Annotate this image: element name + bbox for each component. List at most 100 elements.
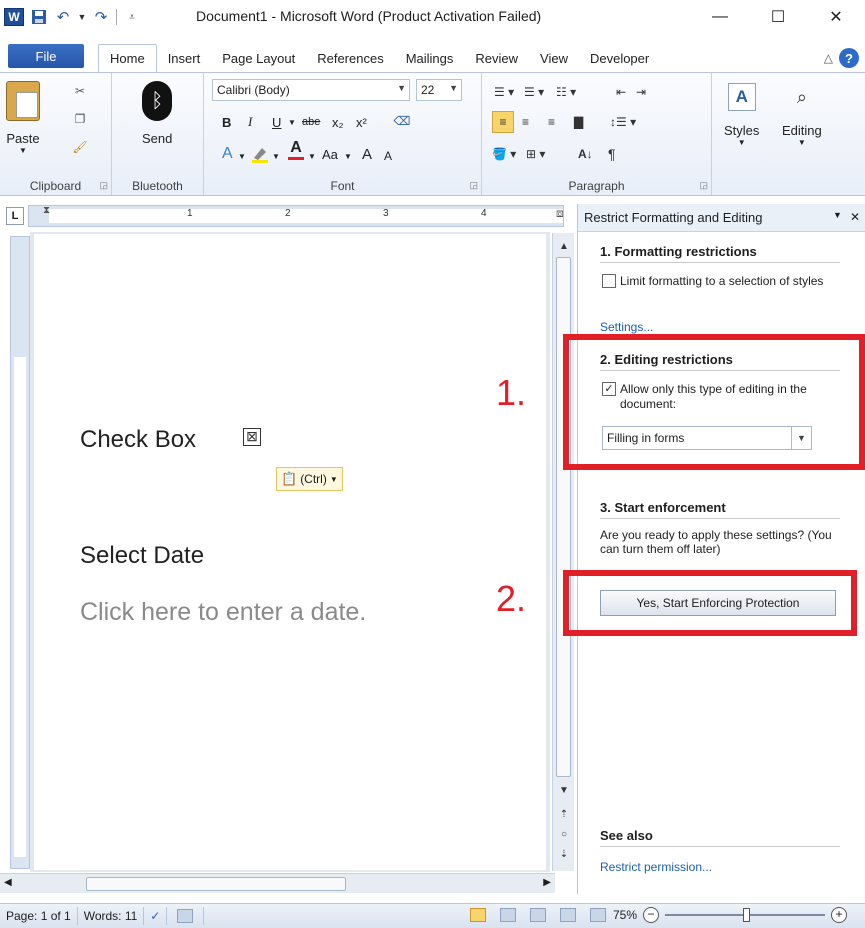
horizontal-ruler[interactable]: 1 2 3 4 ⧗ (28, 205, 564, 227)
limit-formatting-checkbox[interactable] (602, 274, 616, 288)
zoom-in-icon[interactable]: + (831, 907, 848, 923)
pane-options-icon[interactable]: ▼ (833, 210, 842, 224)
align-center-button[interactable]: ≡ (522, 111, 529, 133)
save-icon[interactable] (30, 8, 48, 26)
browse-object-icon[interactable]: ○ (553, 825, 575, 843)
clipboard-launcher-icon[interactable]: ◲ (99, 180, 108, 191)
horizontal-scrollbar-thumb[interactable] (86, 877, 346, 891)
show-hide-button[interactable]: ¶ (608, 143, 616, 165)
underline-dropdown-icon[interactable]: ▼ (288, 111, 296, 133)
settings-link[interactable]: Settings... (600, 320, 653, 334)
tab-view[interactable]: View (529, 44, 579, 72)
outline-icon[interactable] (560, 908, 576, 922)
clear-formatting-icon[interactable]: ⌫ (394, 113, 411, 129)
undo-dropdown-icon[interactable]: ▼ (78, 8, 87, 26)
italic-button[interactable]: I (248, 111, 252, 133)
maximize-button[interactable]: ☐ (749, 0, 807, 34)
line-spacing-button[interactable]: ↕☰ ▾ (610, 111, 636, 133)
minimize-button[interactable]: — (691, 0, 749, 34)
print-layout-icon[interactable] (470, 908, 486, 922)
sort-button[interactable]: A↓ (578, 143, 593, 165)
proofing-icon[interactable]: ✓ (144, 907, 168, 925)
font-color-button[interactable]: A (288, 139, 304, 161)
word-logo-icon[interactable]: W (4, 8, 24, 26)
borders-button[interactable]: ⊞ ▾ (526, 143, 545, 165)
tab-file[interactable]: File (8, 44, 84, 68)
decrease-indent-button[interactable]: ⇤ (616, 81, 626, 103)
zoom-level[interactable]: 75% (613, 908, 637, 922)
document-checkbox[interactable]: ⊠ (243, 428, 261, 446)
tab-insert[interactable]: Insert (157, 44, 212, 72)
web-layout-icon[interactable] (530, 908, 546, 922)
multilevel-list-button[interactable]: ☷ ▾ (556, 81, 576, 103)
indent-marker-icon[interactable]: ⧗ (43, 205, 50, 216)
superscript-button[interactable]: x² (356, 111, 367, 133)
cut-icon[interactable]: ✂ (72, 83, 88, 99)
full-screen-reading-icon[interactable] (500, 908, 516, 922)
date-picker-placeholder[interactable]: Click here to enter a date. (80, 598, 366, 627)
subscript-button[interactable]: x₂ (332, 111, 344, 133)
shrink-font-button[interactable]: A (384, 145, 392, 167)
undo-icon[interactable]: ↶ (54, 8, 72, 26)
vertical-ruler[interactable] (10, 236, 30, 869)
copy-icon[interactable]: ❐ (72, 111, 88, 127)
increase-indent-button[interactable]: ⇥ (636, 81, 646, 103)
scroll-up-arrow-icon[interactable]: ▲ (553, 237, 575, 255)
zoom-out-icon[interactable]: − (643, 907, 660, 923)
tab-mailings[interactable]: Mailings (395, 44, 465, 72)
font-size-combo[interactable]: 22 ▼ (416, 79, 462, 101)
justify-button[interactable]: ▇ (574, 111, 583, 133)
scroll-right-arrow-icon[interactable]: ▶ (543, 877, 551, 888)
font-color-dropdown-icon[interactable]: ▼ (308, 145, 316, 167)
limit-formatting-option[interactable]: Limit formatting to a selection of style… (602, 274, 852, 288)
minimize-ribbon-icon[interactable]: △ (824, 51, 833, 65)
font-name-combo[interactable]: Calibri (Body) ▼ (212, 79, 410, 101)
next-page-icon[interactable]: ⇣ (553, 845, 575, 863)
text-effects-dropdown-icon[interactable]: ▼ (238, 145, 246, 167)
scroll-down-arrow-icon[interactable]: ▼ (553, 781, 575, 799)
draft-icon[interactable] (590, 908, 606, 922)
text-effects-button[interactable]: A (222, 143, 233, 165)
align-left-button[interactable]: ≡ (492, 111, 514, 133)
highlight-button[interactable] (250, 143, 270, 165)
strikethrough-button[interactable]: abe (302, 111, 320, 133)
vertical-scrollbar[interactable]: ▲ ▼ ⇡ ○ ⇣ (552, 233, 574, 871)
bold-button[interactable]: B (222, 111, 231, 133)
tab-home[interactable]: Home (98, 44, 157, 72)
bullets-button[interactable]: ☰ ▾ (494, 81, 514, 103)
tab-review[interactable]: Review (464, 44, 529, 72)
tab-references[interactable]: References (306, 44, 394, 72)
change-case-dropdown-icon[interactable]: ▼ (344, 145, 352, 167)
redo-icon[interactable]: ↷ (92, 8, 110, 26)
customize-qat-icon[interactable]: ⩡ (123, 8, 141, 26)
tab-page-layout[interactable]: Page Layout (211, 44, 306, 72)
scroll-left-arrow-icon[interactable]: ◀ (4, 877, 12, 888)
paste-options-button[interactable]: 📋 (Ctrl) ▼ (276, 467, 343, 491)
format-painter-icon[interactable]: 🖌 (72, 139, 88, 155)
styles-button[interactable]: A Styles ▼ (724, 83, 759, 147)
macro-recording-icon[interactable] (167, 907, 205, 925)
word-count[interactable]: Words: 11 (78, 907, 145, 925)
close-button[interactable]: ✕ (807, 0, 865, 34)
numbering-button[interactable]: ☰ ▾ (524, 81, 544, 103)
align-right-button[interactable]: ≡ (548, 111, 555, 133)
zoom-slider[interactable] (665, 908, 826, 922)
send-button[interactable]: ᛒ Send (142, 81, 172, 146)
view-ruler-icon[interactable]: ⧈ (556, 206, 574, 228)
horizontal-scrollbar[interactable]: ◀ ▶ (0, 873, 555, 893)
editing-button[interactable]: ⌕ Editing ▼ (782, 83, 822, 148)
grow-font-button[interactable]: A (362, 143, 372, 165)
tab-selector[interactable]: L (6, 207, 24, 225)
font-launcher-icon[interactable]: ◲ (469, 180, 478, 191)
zoom-slider-thumb[interactable] (743, 908, 751, 922)
tab-developer[interactable]: Developer (579, 44, 660, 72)
change-case-button[interactable]: Aa (322, 143, 338, 165)
paragraph-launcher-icon[interactable]: ◲ (699, 180, 708, 191)
page-count[interactable]: Page: 1 of 1 (0, 907, 78, 925)
previous-page-icon[interactable]: ⇡ (553, 805, 575, 823)
shading-button[interactable]: 🪣 ▾ (492, 143, 516, 165)
restrict-permission-link[interactable]: Restrict permission... (600, 860, 712, 874)
paste-button[interactable]: Paste ▼ (6, 81, 40, 155)
help-icon[interactable]: ? (839, 48, 859, 68)
underline-button[interactable]: U (272, 111, 281, 133)
